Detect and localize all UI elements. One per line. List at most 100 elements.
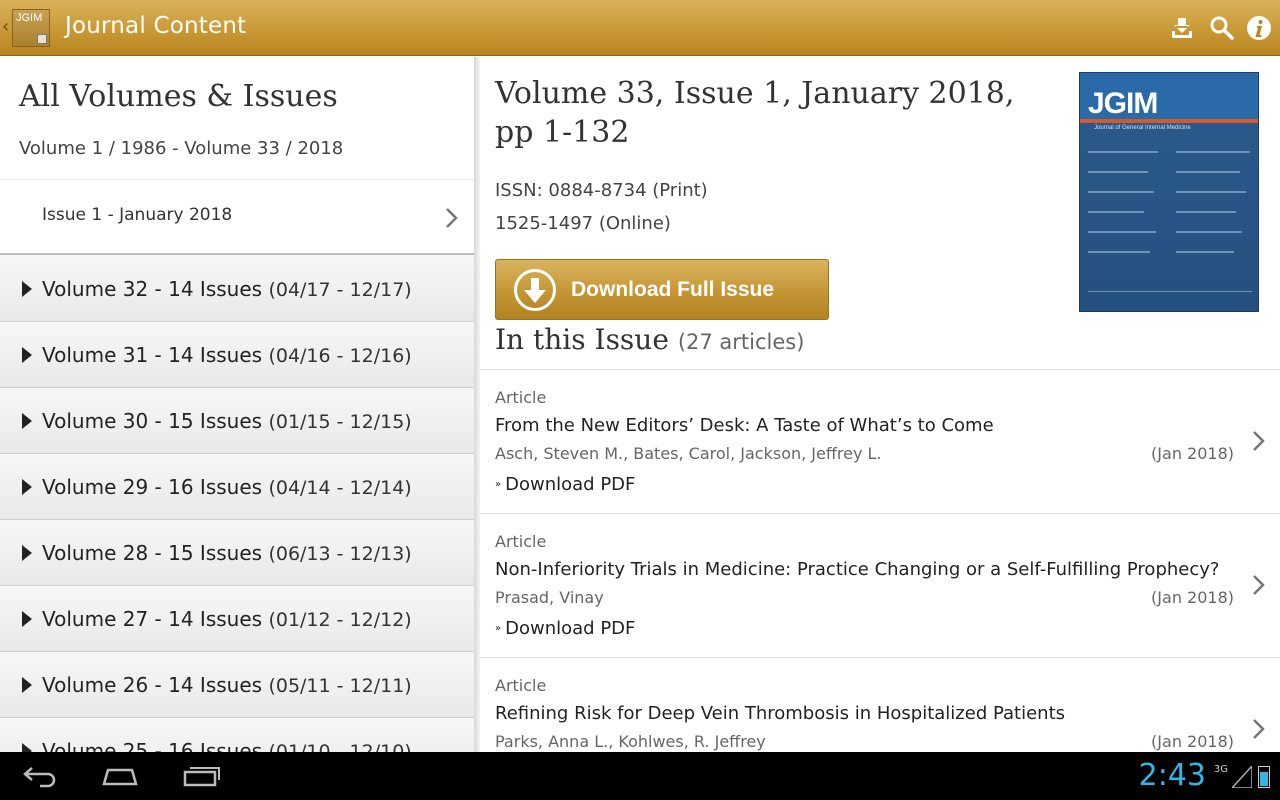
volume-row[interactable]: Volume 26 - 14 Issues (05/11 - 12/11) — [0, 652, 474, 718]
expand-triangle-icon — [22, 743, 32, 752]
home-nav-icon[interactable] — [100, 764, 140, 792]
volumes-pane: All Volumes & Issues Volume 1 / 1986 - V… — [0, 57, 474, 752]
expand-triangle-icon — [22, 281, 32, 297]
volumes-title: All Volumes & Issues — [19, 79, 338, 114]
article-count: (27 articles) — [677, 330, 805, 354]
double-chevron-icon: » — [495, 623, 502, 634]
volume-dates: (05/11 - 12/11) — [268, 675, 412, 697]
in-this-issue-label: In this Issue — [495, 323, 669, 356]
article-date: (Jan 2018) — [1151, 444, 1234, 463]
volume-dates: (01/12 - 12/12) — [268, 609, 412, 631]
expand-triangle-icon — [22, 413, 32, 429]
back-nav-icon[interactable] — [22, 764, 58, 792]
volume-label: Volume 25 - 16 Issues (01/10 - 12/10) — [42, 739, 412, 752]
issue-title: Volume 33, Issue 1, January 2018, pp 1-1… — [495, 76, 1015, 150]
volume-title: Volume 28 - 15 Issues — [42, 541, 263, 565]
battery-icon — [1258, 766, 1270, 788]
download-pdf-link[interactable]: » Download PDF — [495, 618, 635, 639]
article-date: (Jan 2018) — [1151, 588, 1234, 607]
expand-triangle-icon — [22, 677, 32, 693]
volume-title: Volume 27 - 14 Issues — [42, 607, 263, 631]
download-arrow-icon — [514, 269, 556, 311]
info-icon[interactable] — [1245, 14, 1273, 42]
article-row[interactable]: Article From the New Editors’ Desk: A Tas… — [480, 369, 1280, 513]
download-pdf-label: Download PDF — [505, 474, 636, 495]
volume-row[interactable]: Volume 28 - 15 Issues (06/13 - 12/13) — [0, 520, 474, 586]
article-row[interactable]: Article Refining Risk for Deep Vein Throm… — [480, 657, 1280, 752]
cover-text-line — [1176, 211, 1236, 213]
volume-row[interactable]: Volume 32 - 14 Issues (04/17 - 12/17) — [0, 256, 474, 322]
volume-dates: (01/10 - 12/10) — [268, 741, 412, 752]
volume-row[interactable]: Volume 25 - 16 Issues (01/10 - 12/10) — [0, 718, 474, 752]
in-this-issue-heading: In this Issue (27 articles) — [495, 323, 804, 356]
volumes-header: All Volumes & Issues Volume 1 / 1986 - V… — [0, 57, 474, 255]
chevron-right-icon — [1252, 430, 1266, 452]
article-title[interactable]: Non-Inferiority Trials in Medicine: Prac… — [495, 559, 1219, 580]
cover-text-line — [1088, 251, 1150, 253]
search-icon[interactable] — [1208, 14, 1236, 42]
article-type: Article — [495, 532, 547, 551]
action-bar: ‹ JGIM Journal Content — [0, 0, 1280, 56]
volume-title: Volume 32 - 14 Issues — [42, 277, 263, 301]
app-logo[interactable]: JGIM — [12, 9, 50, 47]
issue-detail-pane: Volume 33, Issue 1, January 2018, pp 1-1… — [480, 57, 1280, 752]
chevron-right-icon — [1252, 718, 1266, 740]
cover-text-line — [1088, 171, 1148, 173]
volume-dates: (04/16 - 12/16) — [268, 345, 412, 367]
download-full-issue-button[interactable]: Download Full Issue — [495, 259, 829, 320]
chevron-right-icon — [445, 207, 459, 229]
volume-title: Volume 30 - 15 Issues — [42, 409, 263, 433]
back-chevron-icon[interactable]: ‹ — [2, 16, 12, 38]
expand-triangle-icon — [22, 611, 32, 627]
chevron-right-icon — [1252, 574, 1266, 596]
volume-label: Volume 26 - 14 Issues (05/11 - 12/11) — [42, 673, 412, 697]
volume-row[interactable]: Volume 30 - 15 Issues (01/15 - 12/15) — [0, 388, 474, 454]
article-authors: Asch, Steven M., Bates, Carol, Jackson, … — [495, 444, 882, 463]
volume-dates: (04/17 - 12/17) — [268, 279, 412, 301]
recent-apps-nav-icon[interactable] — [182, 764, 222, 792]
cover-text-line — [1088, 291, 1252, 292]
download-pdf-link[interactable]: » Download PDF — [495, 474, 635, 495]
expand-triangle-icon — [22, 347, 32, 363]
status-clock: 2:43 — [1138, 758, 1206, 793]
issn-online: 1525-1497 (Online) — [495, 213, 671, 234]
article-title[interactable]: From the New Editors’ Desk: A Taste of W… — [495, 415, 994, 436]
cover-text-line — [1176, 191, 1246, 193]
volume-dates: (06/13 - 12/13) — [268, 543, 412, 565]
page-title: Journal Content — [65, 13, 247, 39]
volumes-range: Volume 1 / 1986 - Volume 33 / 2018 — [19, 138, 344, 159]
network-type-label: 3G — [1213, 764, 1228, 775]
volume-dates: (01/15 - 12/15) — [268, 411, 412, 433]
cover-text-line — [1088, 231, 1156, 233]
cover-text-line — [1176, 251, 1234, 253]
issue-cover-image[interactable]: JGIM Journal of General Internal Medicin… — [1079, 72, 1259, 312]
cover-text-line — [1088, 211, 1144, 213]
volume-title: Volume 31 - 14 Issues — [42, 343, 263, 367]
article-authors: Prasad, Vinay — [495, 588, 604, 607]
expand-triangle-icon — [22, 479, 32, 495]
cover-text-line — [1088, 191, 1154, 193]
system-nav-bar: 2:43 3G — [0, 752, 1280, 800]
expand-triangle-icon — [22, 545, 32, 561]
cover-subtitle: Journal of General Internal Medicine — [1094, 125, 1191, 131]
app-logo-badge — [37, 34, 47, 44]
volume-title: Volume 29 - 16 Issues — [42, 475, 263, 499]
cover-text-line — [1176, 151, 1250, 153]
signal-icon — [1230, 764, 1253, 792]
download-tray-icon[interactable] — [1168, 14, 1196, 42]
volume-label: Volume 32 - 14 Issues (04/17 - 12/17) — [42, 277, 412, 301]
volume-row[interactable]: Volume 31 - 14 Issues (04/16 - 12/16) — [0, 322, 474, 388]
volume-row[interactable]: Volume 27 - 14 Issues (01/12 - 12/12) — [0, 586, 474, 652]
volume-dates: (04/14 - 12/14) — [268, 477, 412, 499]
article-type: Article — [495, 676, 547, 695]
issn-print: ISSN: 0884-8734 (Print) — [495, 180, 708, 201]
volume-row[interactable]: Volume 29 - 16 Issues (04/14 - 12/14) — [0, 454, 474, 520]
current-issue-row[interactable]: Issue 1 - January 2018 — [0, 179, 474, 255]
cover-text-line — [1176, 231, 1242, 233]
current-issue-label: Issue 1 - January 2018 — [42, 205, 233, 225]
article-type: Article — [495, 388, 547, 407]
article-authors: Parks, Anna L., Kohlwes, R. Jeffrey — [495, 732, 766, 751]
article-row[interactable]: Article Non-Inferiority Trials in Medicin… — [480, 513, 1280, 657]
download-full-issue-label: Download Full Issue — [571, 278, 775, 301]
article-title[interactable]: Refining Risk for Deep Vein Thrombosis i… — [495, 703, 1065, 724]
